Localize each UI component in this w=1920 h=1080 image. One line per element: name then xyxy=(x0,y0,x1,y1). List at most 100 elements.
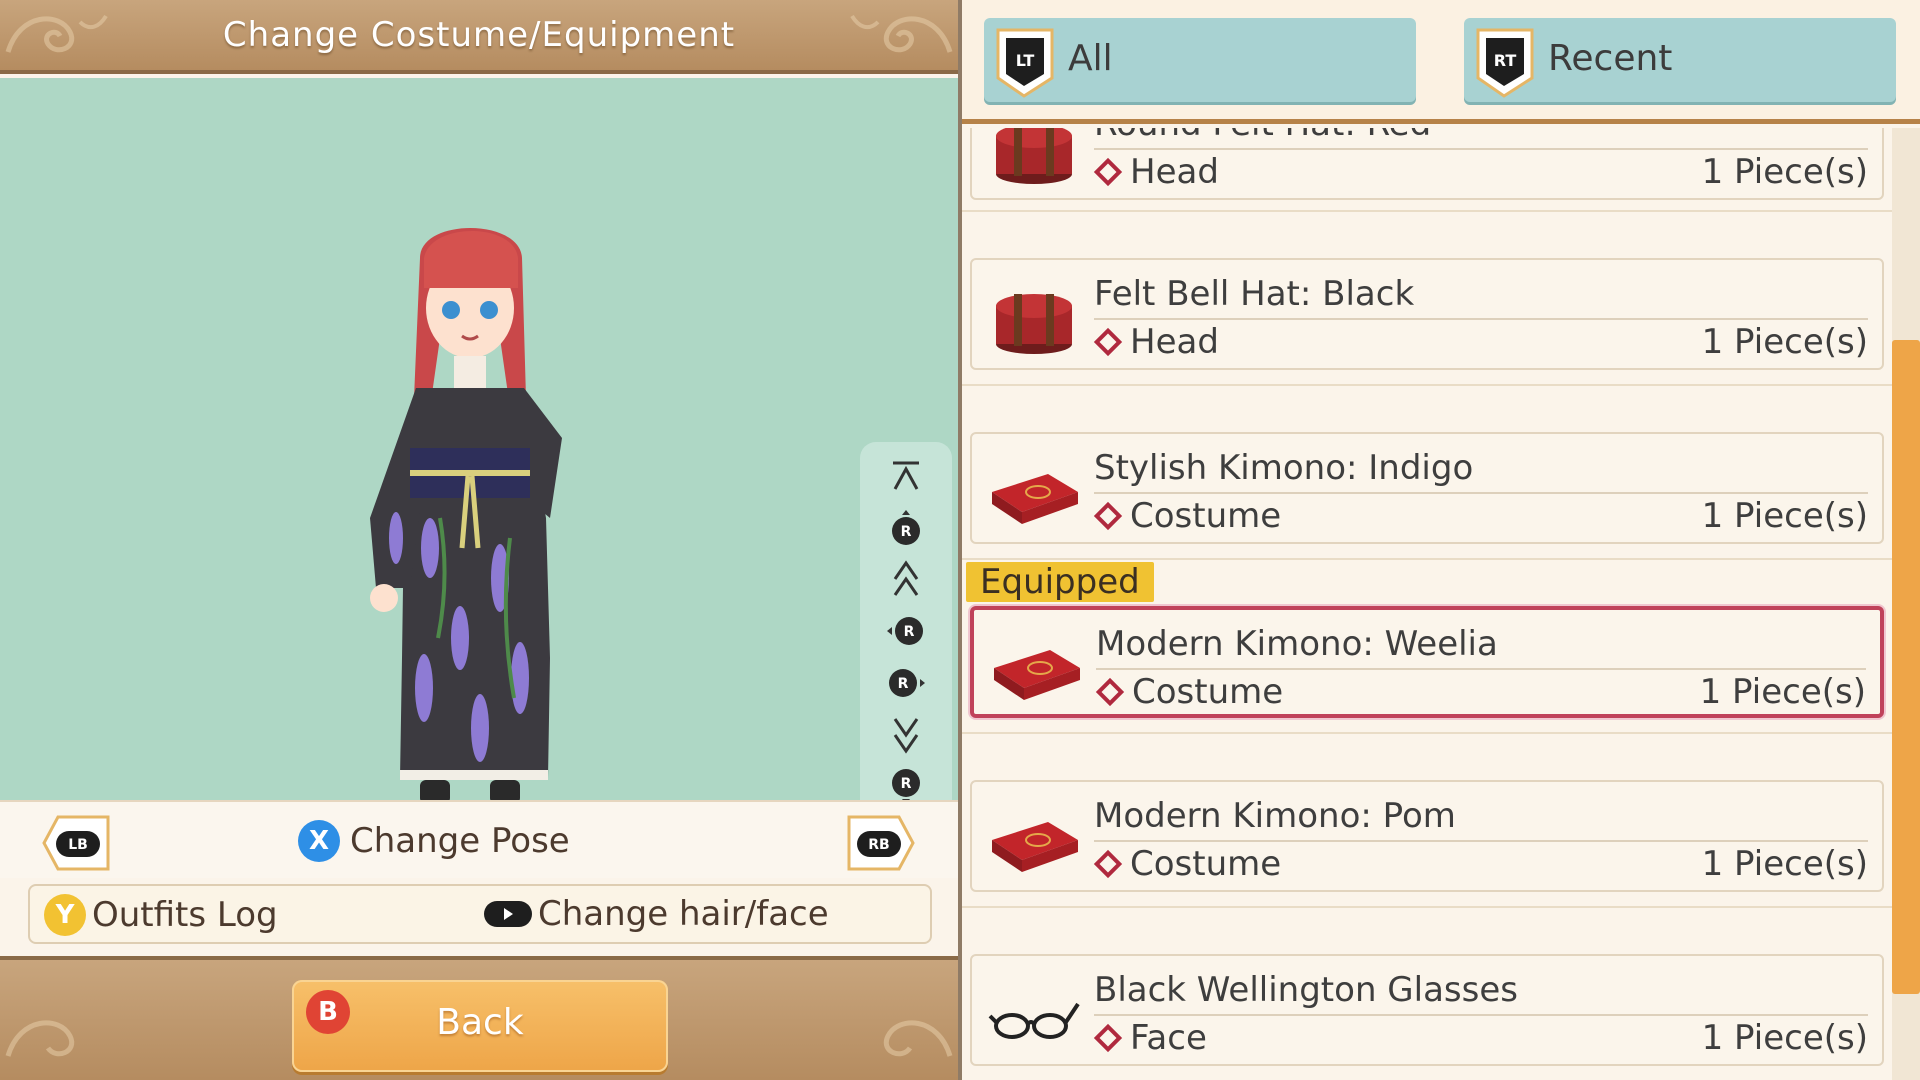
character-model xyxy=(370,228,562,804)
item-divider xyxy=(1094,318,1868,320)
item-divider xyxy=(1094,492,1868,494)
rotate-right-icon[interactable]: R xyxy=(884,663,928,703)
item-slot-label: Face xyxy=(1130,1018,1207,1058)
rb-button[interactable]: RB xyxy=(845,815,915,871)
row-divider xyxy=(962,210,1892,212)
diamond-icon xyxy=(1093,501,1123,531)
rotate-up-icon[interactable]: R xyxy=(884,508,928,548)
svg-text:R: R xyxy=(898,676,909,692)
filter-tabs: LT All RT Recent xyxy=(962,0,1920,124)
list-item[interactable]: Round Felt Hat: Red Head 1 Piece(s) xyxy=(970,128,1884,200)
rotate-left-icon[interactable]: R xyxy=(884,611,928,651)
diamond-icon xyxy=(1093,849,1123,879)
item-quantity: 1 Piece(s) xyxy=(1701,152,1868,192)
right-stick-icon xyxy=(484,901,532,927)
svg-text:R: R xyxy=(901,776,912,792)
diamond-icon xyxy=(1095,677,1125,707)
svg-text:LT: LT xyxy=(1016,51,1035,70)
back-label: Back xyxy=(436,1002,524,1043)
lb-button[interactable]: LB xyxy=(42,815,112,871)
ornament-icon xyxy=(5,14,108,53)
item-slot: Costume xyxy=(1095,672,1284,712)
item-slot: Head xyxy=(1093,322,1219,362)
item-name: Modern Kimono: Pom xyxy=(1094,796,1456,836)
outfits-log-button[interactable]: Y Outfits Log xyxy=(44,894,278,936)
hat-box-icon xyxy=(996,294,1072,354)
row-divider xyxy=(962,384,1892,386)
item-divider xyxy=(1094,840,1868,842)
item-slot-label: Costume xyxy=(1130,844,1282,884)
item-quantity: 1 Piece(s) xyxy=(1701,322,1868,362)
hat-box-icon xyxy=(996,128,1072,184)
footer-bar: B Back xyxy=(0,956,958,1080)
item-slot: Costume xyxy=(1093,496,1282,536)
item-name: Modern Kimono: Weelia xyxy=(1096,624,1498,664)
item-slot-label: Costume xyxy=(1130,496,1282,536)
ornament-icon xyxy=(850,14,953,53)
pose-controls: LB X Change Pose RB xyxy=(0,800,958,878)
item-slot-label: Head xyxy=(1130,152,1219,192)
svg-text:R: R xyxy=(901,524,912,540)
costume-case-icon xyxy=(992,822,1078,872)
item-quantity: 1 Piece(s) xyxy=(1699,672,1866,712)
item-name: Stylish Kimono: Indigo xyxy=(1094,448,1474,488)
zoom-in-icon[interactable] xyxy=(884,559,928,599)
change-pose-label: Change Pose xyxy=(350,821,570,861)
row-divider xyxy=(962,732,1892,734)
item-slot-label: Head xyxy=(1130,322,1219,362)
diamond-icon xyxy=(1093,157,1123,187)
list-item[interactable]: Black Wellington Glasses Face 1 Piece(s) xyxy=(970,954,1884,1066)
tab-all-label: All xyxy=(1068,38,1113,79)
glasses-icon xyxy=(988,1002,1080,1039)
title-bar: Change Costume/Equipment xyxy=(0,0,958,74)
inventory-panel: LT All RT Recent Round Felt Hat: Red Hea xyxy=(962,0,1920,1080)
list-item-equipped[interactable]: Modern Kimono: Weelia Costume 1 Piece(s) xyxy=(970,606,1884,718)
page-title: Change Costume/Equipment xyxy=(222,15,736,55)
item-name: Black Wellington Glasses xyxy=(1094,970,1518,1010)
zoom-out-icon[interactable] xyxy=(884,715,928,755)
top-limit-icon[interactable] xyxy=(884,456,928,496)
list-item[interactable]: Modern Kimono: Pom Costume 1 Piece(s) xyxy=(970,780,1884,892)
change-hair-face-button[interactable]: Change hair/face xyxy=(484,894,829,934)
svg-text:RT: RT xyxy=(1494,51,1517,70)
row-divider xyxy=(962,906,1892,908)
item-slot: Face xyxy=(1093,1018,1207,1058)
change-pose-button[interactable]: X Change Pose xyxy=(298,820,570,862)
tab-recent-label: Recent xyxy=(1548,38,1673,79)
svg-text:R: R xyxy=(904,624,915,640)
item-slot-label: Costume xyxy=(1132,672,1284,712)
preview-panel: Change Costume/Equipment R R R R LB X Ch… xyxy=(0,0,958,1080)
item-list[interactable]: Round Felt Hat: Red Head 1 Piece(s) Felt… xyxy=(962,128,1892,1080)
costume-case-icon xyxy=(994,650,1080,700)
change-hair-face-label: Change hair/face xyxy=(538,894,829,934)
equipped-badge: Equipped xyxy=(966,562,1154,602)
item-divider xyxy=(1096,668,1866,670)
row-divider xyxy=(962,558,1892,560)
character-preview[interactable]: R R R R xyxy=(0,78,958,872)
item-divider xyxy=(1094,1014,1868,1016)
item-slot: Head xyxy=(1093,152,1219,192)
ornament-icon xyxy=(5,1020,75,1057)
ornament-icon xyxy=(883,1020,953,1057)
item-slot: Costume xyxy=(1093,844,1282,884)
item-divider xyxy=(1094,148,1868,150)
list-item[interactable]: Stylish Kimono: Indigo Costume 1 Piece(s… xyxy=(970,432,1884,544)
scrollbar-thumb[interactable] xyxy=(1892,340,1920,994)
svg-text:LB: LB xyxy=(68,837,88,853)
svg-text:RB: RB xyxy=(868,837,889,853)
lt-trigger-icon: LT xyxy=(996,28,1054,98)
rt-trigger-icon: RT xyxy=(1476,28,1534,98)
item-name: Felt Bell Hat: Black xyxy=(1094,274,1415,314)
costume-case-icon xyxy=(992,474,1078,524)
item-quantity: 1 Piece(s) xyxy=(1701,844,1868,884)
outfits-log-label: Outfits Log xyxy=(92,895,278,935)
back-button[interactable]: B Back xyxy=(292,980,668,1072)
list-item[interactable]: Felt Bell Hat: Black Head 1 Piece(s) xyxy=(970,258,1884,370)
tab-all[interactable]: LT All xyxy=(984,18,1416,102)
tab-recent[interactable]: RT Recent xyxy=(1464,18,1896,102)
x-button-icon: X xyxy=(298,820,340,862)
item-name: Round Felt Hat: Red xyxy=(1094,128,1431,144)
item-quantity: 1 Piece(s) xyxy=(1701,496,1868,536)
item-quantity: 1 Piece(s) xyxy=(1701,1018,1868,1058)
diamond-icon xyxy=(1093,1023,1123,1053)
